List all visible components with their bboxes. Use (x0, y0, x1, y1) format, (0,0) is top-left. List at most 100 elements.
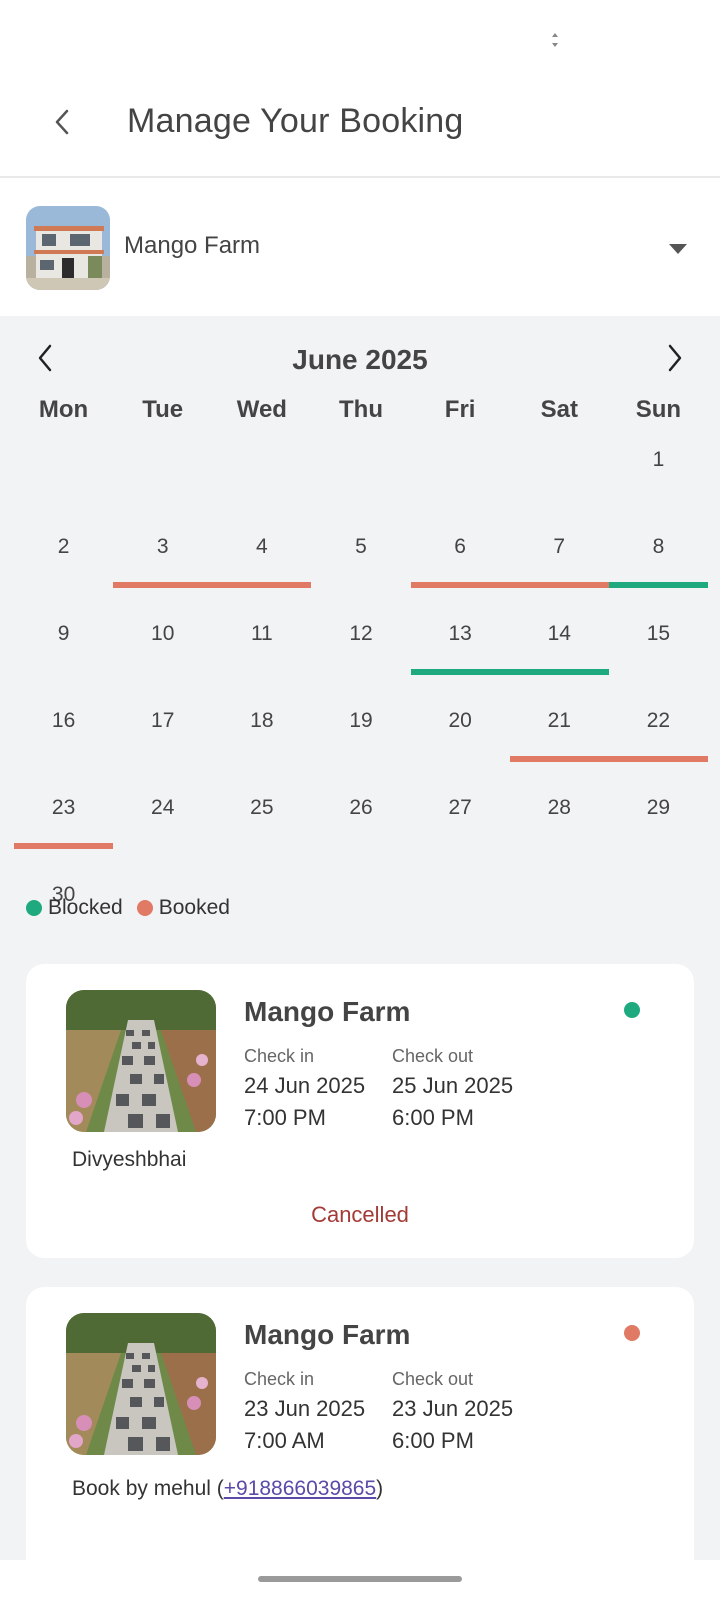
day-number: 14 (547, 622, 571, 645)
calendar-day[interactable]: 25 (212, 774, 311, 861)
check-in-label: Check in (244, 1046, 315, 1066)
booked-by-line: Book by mehul (+918866039865) (72, 1477, 383, 1501)
booking-farm-name: Mango Farm (244, 996, 411, 1027)
legend-blocked: Blocked (26, 896, 123, 920)
empty-day-cell (212, 426, 311, 513)
booked-range-bar (14, 843, 114, 849)
page-title: Manage Your Booking (127, 102, 464, 140)
day-number: 27 (448, 796, 472, 819)
back-button[interactable] (42, 100, 82, 144)
caret-down-icon[interactable] (668, 242, 688, 254)
day-number: 25 (250, 796, 274, 819)
empty-day-cell (113, 426, 212, 513)
home-indicator[interactable] (258, 1576, 462, 1582)
selected-farm-name: Mango Farm (124, 232, 261, 259)
calendar-day[interactable]: 9 (14, 600, 113, 687)
day-number: 5 (355, 535, 367, 558)
phone-link[interactable]: +918866039865 (224, 1477, 376, 1500)
calendar-day[interactable]: 14 (509, 600, 609, 687)
status-dot-icon (624, 1325, 640, 1341)
booked-range-bar (410, 582, 510, 588)
farm-selector[interactable]: Mango Farm (0, 178, 720, 316)
calendar-day[interactable]: 16 (14, 687, 113, 774)
booked-range-bar (113, 582, 213, 588)
check-in-date: 23 Jun 2025 (244, 1396, 366, 1421)
calendar-day[interactable]: 8 (608, 513, 708, 600)
day-number: 26 (349, 796, 373, 819)
calendar-day[interactable]: 10 (113, 600, 212, 687)
blocked-dot-icon (26, 900, 42, 916)
booking-card[interactable]: Mango Farm Check in 23 Jun 2025 7:00 AM … (26, 1287, 694, 1587)
booked-range-bar (212, 582, 312, 588)
weekday-label: Sun (635, 396, 682, 423)
app-header: Manage Your Booking (0, 80, 720, 178)
check-out-label: Check out (392, 1046, 474, 1066)
empty-day-cell (311, 426, 410, 513)
check-in-time: 7:00 PM (244, 1105, 326, 1130)
calendar-day[interactable]: 6 (410, 513, 510, 600)
calendar-day[interactable]: 13 (410, 600, 510, 687)
day-number: 6 (454, 535, 466, 558)
calendar-day[interactable]: 28 (510, 774, 609, 861)
calendar-month-label: June 2025 (292, 344, 428, 375)
day-number: 28 (547, 796, 571, 819)
booking-card[interactable]: Mango Farm Check in 24 Jun 2025 7:00 PM … (26, 964, 694, 1258)
blocked-range-bar (509, 669, 609, 675)
sort-arrows-icon (550, 30, 560, 50)
calendar-day[interactable]: 15 (609, 600, 708, 687)
day-number: 21 (547, 709, 571, 732)
calendar-legend: Blocked Booked (26, 896, 244, 920)
calendar-day[interactable]: 11 (212, 600, 311, 687)
calendar-day[interactable]: 26 (311, 774, 410, 861)
day-number: 29 (646, 796, 671, 819)
check-out-date: 25 Jun 2025 (392, 1073, 514, 1098)
check-out-time: 6:00 PM (392, 1428, 474, 1453)
calendar-day[interactable]: 4 (212, 513, 312, 600)
booked-dot-icon (136, 900, 153, 916)
day-number: 24 (151, 796, 175, 819)
calendar-day[interactable]: 2 (14, 513, 113, 600)
day-number: 23 (51, 796, 76, 819)
calendar-day[interactable]: 20 (411, 687, 510, 774)
booked-range-bar (608, 756, 708, 762)
day-number: 16 (51, 709, 76, 732)
weekday-label: Sat (540, 396, 578, 423)
calendar-day[interactable]: 1 (609, 426, 708, 513)
calendar-day[interactable]: 24 (113, 774, 212, 861)
status-dot-icon (624, 1002, 640, 1018)
legend-booked: Booked (136, 896, 230, 920)
booking-farm-name: Mango Farm (244, 1319, 411, 1350)
farm-pathway-thumbnail (66, 1313, 216, 1455)
weekday-label: Thu (339, 396, 383, 423)
weekday-label: Fri (444, 396, 476, 423)
booked-range-bar (509, 756, 609, 762)
calendar-day[interactable]: 7 (509, 513, 609, 600)
blocked-range-bar (410, 669, 510, 675)
calendar-day[interactable]: 21 (509, 687, 609, 774)
next-month-button[interactable] (660, 336, 690, 380)
calendar-day[interactable]: 19 (311, 687, 410, 774)
calendar-day[interactable]: 5 (311, 513, 410, 600)
status-bar (0, 0, 720, 80)
calendar-day[interactable]: 29 (609, 774, 708, 861)
calendar-day[interactable]: 23 (14, 774, 114, 861)
check-out-label: Check out (392, 1369, 474, 1389)
weekday-header-row: Mon Tue Wed Thu Fri Sat Sun (14, 396, 708, 424)
booking-status: Cancelled (311, 1202, 409, 1227)
calendar-day[interactable]: 27 (411, 774, 510, 861)
calendar-day[interactable]: 22 (608, 687, 708, 774)
calendar-day[interactable]: 12 (311, 600, 410, 687)
weekday-label: Wed (236, 396, 287, 423)
calendar-day[interactable]: 17 (113, 687, 212, 774)
check-out-block: Check out 25 Jun 2025 6:00 PM (392, 1046, 513, 1131)
empty-day-cell (510, 426, 609, 513)
calendar-day[interactable]: 3 (113, 513, 213, 600)
day-number: 2 (57, 535, 70, 558)
day-number: 8 (652, 535, 665, 558)
check-in-date: 24 Jun 2025 (244, 1073, 366, 1098)
calendar-day[interactable]: 18 (212, 687, 311, 774)
check-out-time: 6:00 PM (392, 1105, 474, 1130)
day-number: 3 (156, 535, 169, 558)
day-number: 19 (349, 709, 373, 732)
day-number: 18 (250, 709, 274, 732)
